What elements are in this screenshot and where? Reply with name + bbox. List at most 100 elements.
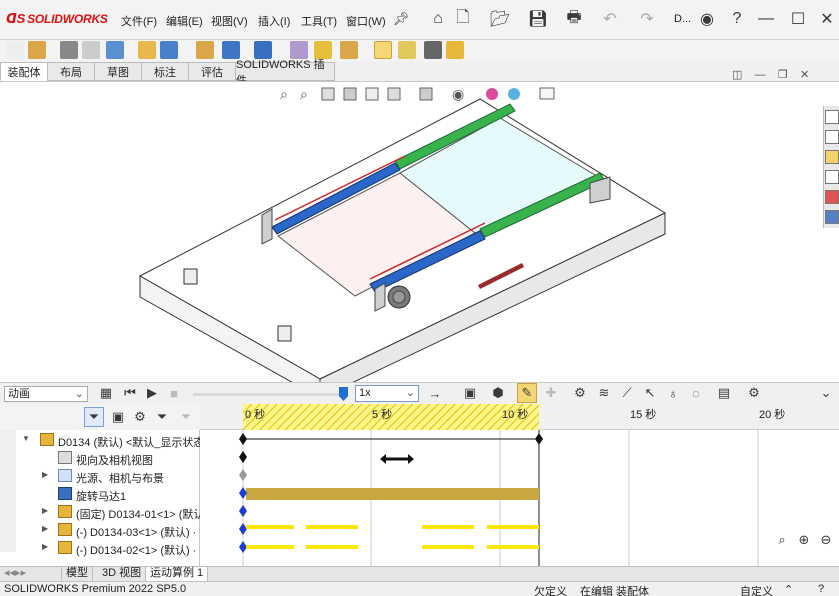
calculate-icon[interactable]: ▦ bbox=[96, 383, 116, 403]
force-icon[interactable]: ↖ bbox=[640, 383, 660, 403]
zoom-to-fit-timeline-icon[interactable]: ⌕ bbox=[772, 530, 792, 550]
tree-row-rotary-motor[interactable]: 旋转马达1 bbox=[0, 485, 200, 503]
mate-icon[interactable] bbox=[60, 41, 78, 59]
units-status[interactable]: 自定义 bbox=[740, 583, 773, 596]
tree-row-part-01[interactable]: ▶ (固定) D0134-01<1> (默认 bbox=[0, 503, 200, 521]
insert-components-icon[interactable] bbox=[28, 41, 46, 59]
tab-assembly[interactable]: 装配体 bbox=[0, 62, 48, 81]
menu-file[interactable]: 文件(F) bbox=[121, 13, 157, 29]
exploded-view-icon[interactable] bbox=[340, 41, 358, 59]
definition-status: 欠定义 bbox=[534, 586, 567, 596]
tree-row-part-02[interactable]: ▶ (-) D0134-02<1> (默认) · bbox=[0, 539, 200, 557]
document-minimize-icon[interactable]: — bbox=[755, 69, 766, 81]
motion-study-properties-icon[interactable]: ⚙ bbox=[744, 383, 764, 403]
spring-icon[interactable]: ≋ bbox=[594, 383, 614, 403]
filter-mates-icon[interactable]: ⏷ bbox=[176, 407, 196, 427]
tree-scrollbar[interactable] bbox=[0, 430, 16, 552]
file-explorer-icon[interactable] bbox=[825, 150, 839, 164]
tab-nav-arrows[interactable]: ◂◂▸▸ bbox=[0, 567, 62, 581]
tree-row-lights[interactable]: ▶ 光源、相机与布景 bbox=[0, 467, 200, 485]
contact-icon[interactable]: ♁ bbox=[663, 383, 683, 403]
home-icon[interactable]: ⌂ bbox=[428, 9, 448, 29]
menu-window[interactable]: 窗口(W) bbox=[346, 13, 386, 29]
user-account-name[interactable]: D... bbox=[674, 13, 691, 25]
maximize-icon[interactable]: ☐ bbox=[788, 9, 808, 29]
tab-evaluate[interactable]: 评估 bbox=[188, 62, 236, 81]
update-speedpak-icon[interactable] bbox=[398, 41, 416, 59]
assembly-model[interactable] bbox=[0, 82, 839, 399]
filter-animated-icon[interactable]: ⏷ bbox=[84, 407, 104, 427]
playback-slider-thumb[interactable] bbox=[339, 387, 348, 401]
tab-motion-study-1[interactable]: 运动算例 1 bbox=[146, 567, 209, 581]
large-assembly-mode-icon[interactable] bbox=[446, 41, 464, 59]
document-restore-icon[interactable]: ❐ bbox=[778, 69, 788, 81]
pin-icon[interactable]: 📌︎ bbox=[391, 9, 411, 29]
save-animation-icon[interactable]: ▣ bbox=[460, 383, 480, 403]
timeline[interactable]: 0 秒 5 秒 10 秒 15 秒 20 秒 bbox=[200, 404, 839, 566]
stop-icon[interactable]: ■ bbox=[164, 383, 184, 403]
instant3d-icon[interactable] bbox=[374, 41, 392, 59]
playback-speed-select[interactable]: 1x ⌄ bbox=[355, 385, 419, 402]
tab-model[interactable]: 模型 bbox=[62, 567, 93, 581]
units-dropdown-icon[interactable]: ⌃ bbox=[784, 583, 793, 596]
take-snapshot-icon[interactable] bbox=[424, 41, 442, 59]
add-key-icon[interactable]: ✚ bbox=[541, 383, 561, 403]
results-plots-icon[interactable]: ▤ bbox=[714, 383, 734, 403]
zoom-out-timeline-icon[interactable]: ⊖ bbox=[816, 530, 836, 550]
study-type-select[interactable]: 动画 ⌄ bbox=[4, 386, 88, 402]
solidworks-resources-icon[interactable] bbox=[825, 110, 839, 124]
tab-markup[interactable]: 标注 bbox=[141, 62, 189, 81]
minimize-icon[interactable]: — bbox=[756, 9, 776, 29]
show-hidden-icon[interactable] bbox=[196, 41, 214, 59]
print-icon[interactable]: 🖶︎ bbox=[564, 9, 584, 29]
filter-results-icon[interactable]: ⏷ bbox=[152, 407, 172, 427]
custom-properties-icon[interactable] bbox=[825, 210, 839, 224]
tree-row-part-03[interactable]: ▶ (-) D0134-03<1> (默认) · bbox=[0, 521, 200, 539]
damper-icon[interactable]: ⟋ bbox=[617, 383, 637, 403]
save-icon[interactable]: 💾︎ bbox=[528, 9, 548, 29]
document-close-icon[interactable]: ✕ bbox=[800, 69, 809, 81]
smart-fasteners-icon[interactable] bbox=[138, 41, 156, 59]
menu-edit[interactable]: 编辑(E) bbox=[166, 13, 203, 29]
view-palette-icon[interactable] bbox=[825, 170, 839, 184]
solidworks-logo[interactable]: ᗡS SOLIDWORKS bbox=[6, 11, 108, 27]
zoom-in-timeline-icon[interactable]: ⊕ bbox=[794, 530, 814, 550]
play-icon[interactable]: ▶ bbox=[142, 383, 162, 403]
tree-row-view-camera[interactable]: 视向及相机视图 bbox=[0, 449, 200, 467]
filter-selected-icon[interactable]: ⚙ bbox=[130, 407, 150, 427]
redo-icon[interactable]: ↷ bbox=[637, 9, 657, 29]
appearances-icon[interactable] bbox=[825, 190, 839, 204]
close-icon[interactable]: ✕ bbox=[817, 9, 837, 29]
undo-icon[interactable]: ↶ bbox=[600, 9, 620, 29]
tab-sketch[interactable]: 草图 bbox=[94, 62, 142, 81]
new-document-icon[interactable]: 🗋︎ bbox=[453, 9, 473, 29]
user-icon[interactable]: ◉ bbox=[697, 9, 717, 29]
linear-pattern-icon[interactable] bbox=[106, 41, 124, 59]
help-icon[interactable]: ? bbox=[727, 9, 747, 29]
design-library-icon[interactable] bbox=[825, 130, 839, 144]
menu-insert[interactable]: 插入(I) bbox=[258, 13, 290, 29]
filter-driving-icon[interactable]: ▣ bbox=[108, 407, 128, 427]
play-from-start-icon[interactable]: ⏮ bbox=[120, 383, 140, 403]
edit-component-icon[interactable] bbox=[6, 41, 24, 59]
playback-mode-icon[interactable]: → bbox=[425, 383, 445, 403]
tab-layout[interactable]: 布局 bbox=[47, 62, 95, 81]
tab-solidworks-addins[interactable]: SOLIDWORKS 插件 bbox=[235, 59, 335, 87]
playback-slider-track[interactable] bbox=[193, 393, 345, 396]
animation-wizard-icon[interactable]: ⬢ bbox=[488, 383, 508, 403]
tree-row-assembly[interactable]: ▼ D0134 (默认) <默认_显示状态 bbox=[0, 431, 200, 449]
component-preview-icon[interactable] bbox=[82, 41, 100, 59]
move-component-icon[interactable] bbox=[160, 41, 178, 59]
tab-3d-views[interactable]: 3D 视图 bbox=[98, 567, 147, 581]
collapse-motion-manager-icon[interactable]: ⌄ bbox=[816, 383, 836, 403]
graphics-area[interactable] bbox=[0, 81, 839, 399]
menu-view[interactable]: 视图(V) bbox=[211, 13, 248, 29]
autokey-icon[interactable]: ✎ bbox=[517, 383, 537, 403]
gravity-icon[interactable]: ◌ bbox=[686, 383, 706, 403]
timeline-ruler[interactable]: 0 秒 5 秒 10 秒 15 秒 20 秒 bbox=[200, 404, 839, 430]
open-folder-icon[interactable]: 📂︎ bbox=[490, 9, 510, 29]
status-help-icon[interactable]: ? bbox=[818, 583, 824, 595]
restore-left-icon[interactable]: ◫ bbox=[732, 69, 742, 81]
menu-tools[interactable]: 工具(T) bbox=[301, 13, 337, 29]
motor-icon[interactable]: ⚙ bbox=[570, 383, 590, 403]
